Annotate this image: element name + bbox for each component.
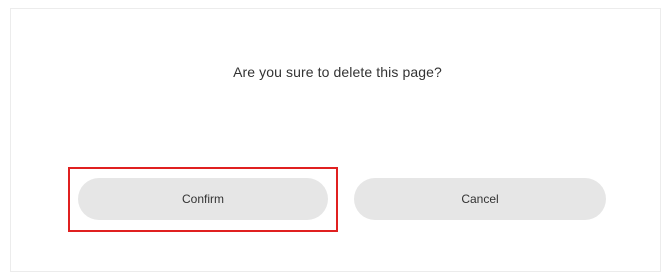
confirm-button[interactable]: Confirm (78, 178, 328, 220)
cancel-button[interactable]: Cancel (354, 178, 606, 220)
delete-page-dialog (10, 8, 661, 272)
cancel-button-label: Cancel (461, 192, 499, 206)
confirm-button-label: Confirm (181, 192, 224, 206)
dialog-message: Are you sure to delete this page? (233, 64, 442, 80)
